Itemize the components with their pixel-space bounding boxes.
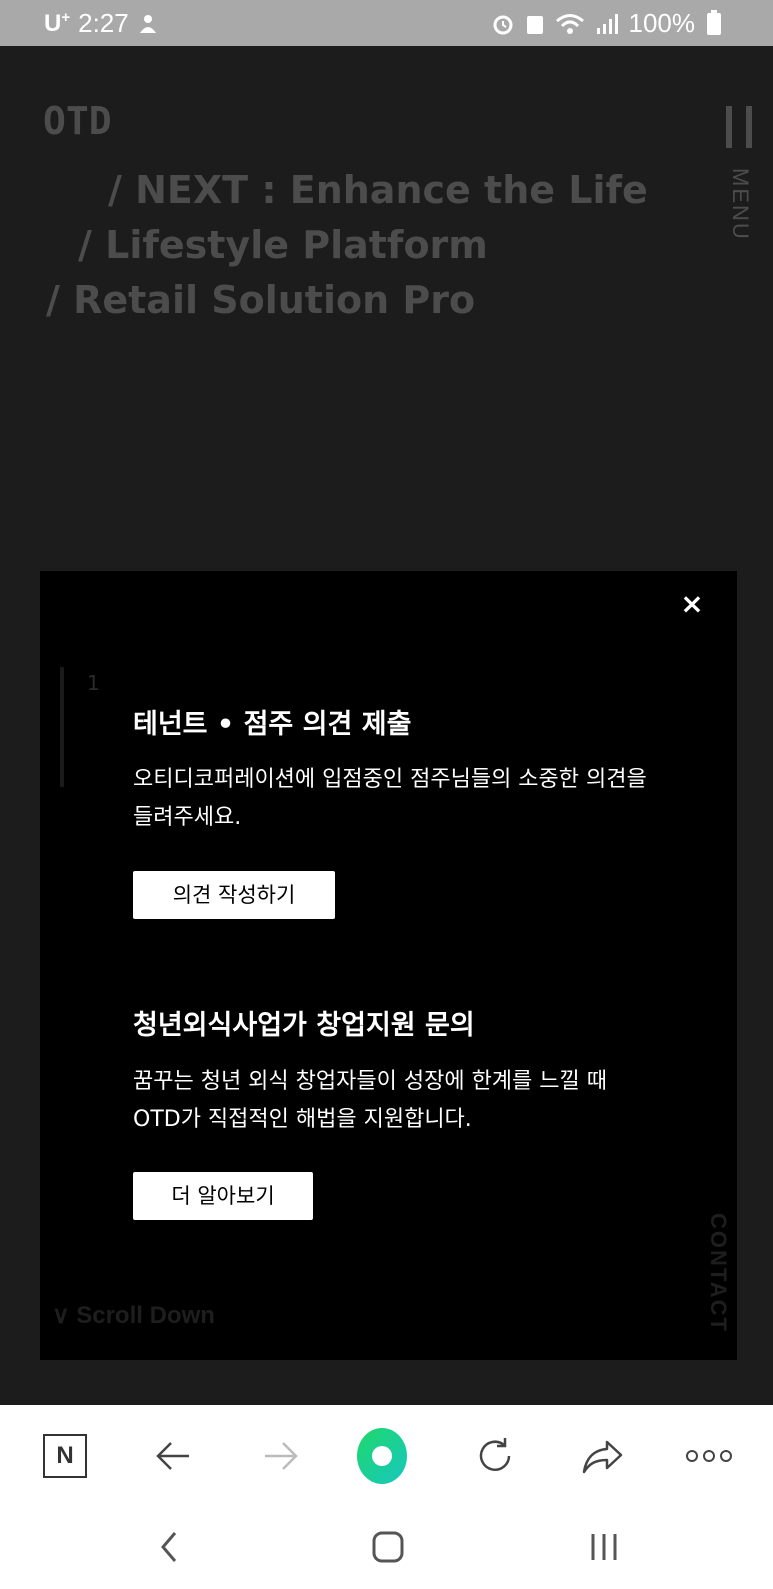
arrow-left-icon [156,1442,189,1470]
tagline-retail: / Retail Solution Pro [46,278,476,322]
more-dots-icon [686,1450,732,1462]
green-orb-button[interactable] [357,1428,407,1484]
home-square-icon [372,1531,404,1563]
carrier-sup: + [61,9,71,26]
system-recents-button[interactable] [582,1525,626,1569]
learn-more-button[interactable]: 더 알아보기 [133,1172,313,1220]
contact-modal: × 1 테넌트 • 점주 의견 제출 오티디코퍼레이션에 입점중인 점주님들의 … [40,571,737,1360]
share-arrow-icon [582,1440,623,1474]
system-home-button[interactable] [366,1525,410,1569]
signal-icon [596,13,618,34]
battery-icon [707,9,721,35]
status-time: 2:27 [78,8,129,38]
wifi-icon [555,13,584,34]
menu-hamburger-icon[interactable] [726,106,754,148]
share-button[interactable] [578,1431,628,1481]
status-left: U+ 2:27 [44,8,159,39]
naver-home-button[interactable]: N [40,1431,90,1481]
carrier-label: U+ [44,9,70,38]
arrow-right-icon [265,1442,298,1470]
tagline-lifestyle: / Lifestyle Platform [78,223,488,267]
recents-bars-icon [591,1534,617,1560]
startup-support-description: 꿈꾸는 청년 외식 창업자들이 성장에 한계를 느낄 때 OTD가 직접적인 해… [133,1069,607,1132]
alarm-icon [493,15,512,34]
recycle-icon [526,15,543,34]
site-logo[interactable]: OTD [43,99,112,143]
startup-support-title: 청년외식사업가 창업지원 문의 [133,1010,475,1041]
browser-back-button[interactable] [148,1431,198,1481]
tagline-next: / NEXT : Enhance the Life [108,168,648,212]
tenant-feedback-description: 오티디코퍼레이션에 입점중인 점주님들의 소중한 의견을 들려주세요. [133,767,647,830]
page-background: OTD / NEXT : Enhance the Life / Lifestyl… [0,46,773,1405]
slide-number: 1 [87,671,100,695]
close-icon[interactable]: × [676,588,708,620]
slide-indicator-bar [60,667,64,787]
scroll-down-label: ∨ Scroll Down [52,1302,215,1329]
status-right: 100% [491,8,721,39]
reload-button[interactable] [470,1431,520,1481]
battery-percent: 100% [628,8,696,38]
contact-label[interactable]: CONTACT [705,1213,731,1333]
system-back-button[interactable] [148,1525,192,1569]
system-nav-bar [0,1505,773,1589]
menu-label[interactable]: MENU [727,168,753,241]
tenant-feedback-title: 테넌트 • 점주 의견 제출 [133,709,412,740]
write-feedback-button[interactable]: 의견 작성하기 [133,871,335,919]
reload-icon [479,1438,511,1471]
status-bar: U+ 2:27 100% [0,0,773,46]
browser-toolbar: N [0,1405,773,1505]
naver-n-icon: N [43,1434,87,1478]
more-options-button[interactable] [684,1431,734,1481]
browser-forward-button[interactable] [256,1431,306,1481]
chevron-left-icon [161,1532,177,1562]
green-orb-icon [357,1428,407,1484]
carrier-name: U [44,10,62,37]
notification-icon [139,14,156,33]
